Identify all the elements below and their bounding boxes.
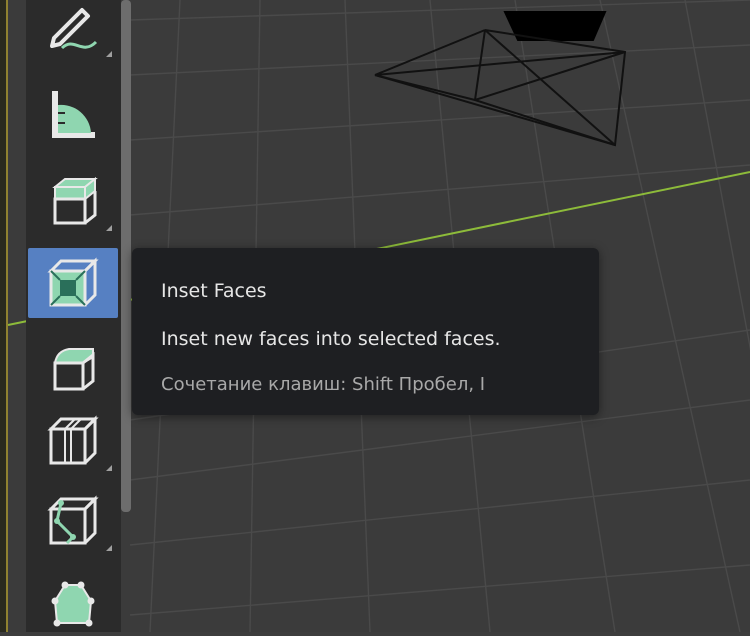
tool-annotate[interactable] [28,0,118,62]
tool-extrude-region[interactable] [28,166,118,236]
extrude-region-icon [52,176,98,225]
camera-object [374,11,627,147]
tooltip-shortcut: Сочетание клавиш: Shift Пробел, I [161,374,486,395]
tool-measure[interactable] [28,78,118,148]
annotate-line-icon [50,8,98,50]
submenu-indicator [106,51,112,57]
poly-build-icon [51,581,95,627]
viewport-edge-highlight [0,0,8,632]
knife-icon [47,495,99,545]
tool-knife[interactable] [28,486,118,556]
tool-loop-cut[interactable] [28,406,118,476]
loop-cut-icon [47,415,99,465]
submenu-indicator [106,465,112,471]
bevel-icon [53,348,95,391]
tooltip-description: Inset new faces into selected faces. [161,328,501,350]
toolbar-scrollbar[interactable] [121,0,131,512]
tooltip-title: Inset Faces [161,280,267,302]
inset-faces-icon [47,257,99,307]
tool-shelf [26,0,121,632]
measure-icon [52,91,95,138]
tool-inset-faces[interactable] [28,248,118,318]
tool-bevel[interactable] [28,334,118,404]
submenu-indicator [106,545,112,551]
tooltip: Inset Faces Inset new faces into selecte… [132,248,599,415]
tool-poly-build[interactable] [28,566,118,636]
submenu-indicator [106,225,112,231]
